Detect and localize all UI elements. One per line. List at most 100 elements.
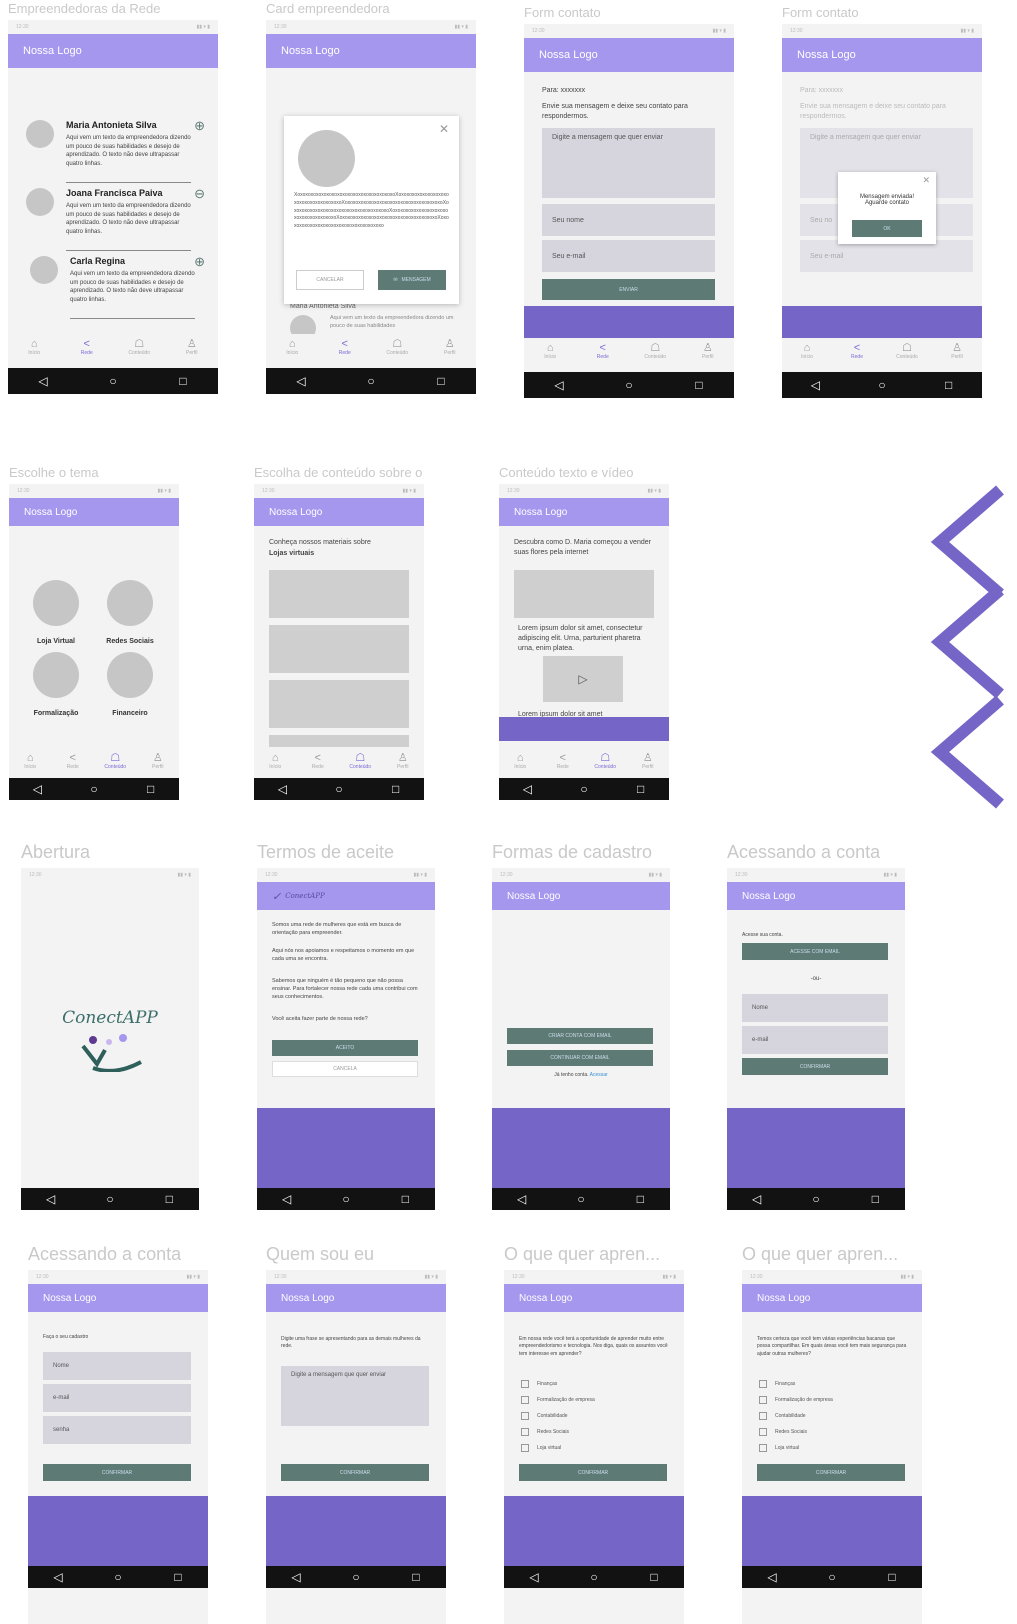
message-field[interactable]: Digite a mensagem que quer enviar [542, 128, 715, 198]
checkbox-option[interactable]: Finanças [521, 1376, 595, 1392]
list-item[interactable]: Maria Antonieta Silva ⊕ Aqui vem um text… [26, 118, 211, 188]
checkbox-option[interactable]: Finanças [759, 1376, 833, 1392]
tab-perfil[interactable]: ♙ Perfil [688, 342, 728, 360]
close-icon[interactable]: ✕ [922, 175, 930, 186]
member-name: Carla Regina [70, 256, 126, 266]
email-field[interactable]: e-mail [742, 1026, 888, 1054]
checkbox-option[interactable]: Redes Sociais [521, 1424, 595, 1440]
back-icon[interactable]: ◁ [23, 374, 63, 388]
checkbox-option[interactable]: Contabilidade [521, 1408, 595, 1424]
or-divider: -ou- [810, 976, 822, 982]
tab-inicio[interactable]: ⌂ Início [10, 752, 50, 770]
tab-inicio[interactable]: ⌂ Início [787, 342, 827, 360]
tab-conteudo[interactable]: ☖ Conteúdo [95, 752, 135, 770]
add-icon[interactable]: ⊕ [194, 118, 205, 134]
email-login-button[interactable]: ACESSE COM EMAIL [742, 943, 888, 960]
screen-content-list: Escolha de conteúdo sobre o te... 12:30▮… [254, 465, 424, 800]
tab-conteudo[interactable]: ☖ Conteúdo [585, 752, 625, 770]
send-button[interactable]: ENVIAR [542, 279, 715, 300]
email-field[interactable]: Seu e-mail [800, 240, 973, 272]
member-name: Joana Francisca Paiva [66, 188, 163, 198]
remove-icon[interactable]: ⊖ [194, 186, 205, 202]
cancel-button[interactable]: CANCELAR [296, 270, 364, 290]
tab-rede[interactable]: < Rede [325, 338, 365, 356]
screen-signup-options: Formas de cadastro 12:30 ▮▮ ▾ ▮ Nossa Log… [492, 842, 670, 1210]
message-button[interactable]: MENSAGEM [402, 277, 431, 283]
tab-conteudo[interactable]: ☖ Conteúdo [377, 338, 417, 356]
confirm-button[interactable]: CONFIRMAR [742, 1058, 888, 1075]
confirm-button[interactable]: CONFIRMAR [281, 1464, 429, 1481]
tab-rede[interactable]: < Rede [53, 752, 93, 770]
tab-perfil[interactable]: ♙ Perfil [138, 752, 178, 770]
tab-rede[interactable]: < Rede [583, 342, 623, 360]
content-image [514, 570, 654, 618]
home-circle-icon[interactable]: ○ [93, 374, 133, 388]
tab-rede[interactable]: < Rede [837, 342, 877, 360]
tab-perfil[interactable]: ♙ Perfil [430, 338, 470, 356]
tab-rede[interactable]: < Rede [543, 752, 583, 770]
tab-rede[interactable]: < Rede [298, 752, 338, 770]
checkbox-option[interactable]: Loja virtual [521, 1440, 595, 1456]
logo-figure-icon: ✓ [272, 889, 282, 903]
checkbox-option[interactable]: Formalização de empresa [759, 1392, 833, 1408]
theme-financeiro-icon[interactable] [107, 652, 153, 698]
theme-formalizacao-icon[interactable] [33, 652, 79, 698]
accept-button[interactable]: ACEITO [272, 1040, 418, 1056]
register-label: Faça o seu cadastro [43, 1334, 89, 1340]
continue-email-button[interactable]: CONTINUAR COM EMAIL [507, 1050, 653, 1066]
name-field[interactable]: Nome [43, 1352, 191, 1380]
tab-inicio[interactable]: ⌂ Início [500, 752, 540, 770]
confirm-button[interactable]: CONFIRMAR [757, 1464, 905, 1481]
name-field[interactable]: Nome [742, 994, 888, 1022]
app-logo: Nossa Logo [499, 498, 669, 526]
tab-perfil[interactable]: ♙ Perfil [937, 342, 977, 360]
interest-options: Finanças Formalização de empresa Contabi… [521, 1376, 595, 1456]
tab-perfil[interactable]: ♙ Perfil [172, 338, 212, 356]
tab-conteudo[interactable]: ☖ Conteúdo [119, 338, 159, 356]
email-field[interactable]: e-mail [43, 1384, 191, 1412]
create-account-button[interactable]: CRIAR CONTA COM EMAIL [507, 1028, 653, 1044]
tab-conteudo[interactable]: ☖ Conteúdo [887, 342, 927, 360]
tab-inicio[interactable]: ⌂ Início [255, 752, 295, 770]
theme-redes-sociais-icon[interactable] [107, 580, 153, 626]
play-icon[interactable]: ▷ [543, 656, 623, 702]
close-icon[interactable]: ✕ [439, 122, 449, 136]
about-field[interactable]: Digite a mensagem que quer enviar [281, 1366, 429, 1426]
app-logo: Nossa Logo [266, 1284, 446, 1312]
recents-icon[interactable]: □ [163, 374, 203, 388]
logo-figure-icon [81, 1034, 142, 1072]
content-card[interactable] [269, 625, 409, 673]
tab-conteudo[interactable]: ☖ Conteúdo [635, 342, 675, 360]
ok-button[interactable]: OK [852, 220, 922, 237]
login-link[interactable]: Acessar [590, 1072, 608, 1078]
password-field[interactable]: senha [43, 1416, 191, 1444]
confirm-button[interactable]: CONFIRMAR [43, 1464, 191, 1481]
content-card[interactable] [269, 570, 409, 618]
interests-label: Em nossa rede você terá a oportunidade d… [519, 1336, 668, 1357]
avatar [30, 256, 58, 284]
content-card[interactable] [269, 735, 409, 747]
tab-perfil[interactable]: ♙ Perfil [628, 752, 668, 770]
content-card[interactable] [269, 680, 409, 728]
tab-inicio[interactable]: ⌂ Início [530, 342, 570, 360]
cancel-button[interactable]: CANCELA [272, 1061, 418, 1077]
tab-conteudo[interactable]: ☖ Conteúdo [340, 752, 380, 770]
tab-inicio[interactable]: ⌂ Início [14, 338, 54, 356]
name-field[interactable]: Seu nome [542, 204, 715, 236]
frame-title: Empreendedoras da Rede [8, 1, 161, 16]
tab-perfil[interactable]: ♙ Perfil [383, 752, 423, 770]
tab-inicio[interactable]: ⌂ Início [272, 338, 312, 356]
add-icon[interactable]: ⊕ [194, 254, 205, 270]
checkbox-option[interactable]: Loja virtual [759, 1440, 833, 1456]
list-item[interactable]: Carla Regina ⊕ Aqui vem um texto da empr… [26, 254, 211, 324]
checkbox-option[interactable]: Contabilidade [759, 1408, 833, 1424]
screen-learn-interests: O que quer apren... 12:30 ▮▮ ▾ ▮ Nossa Lo… [504, 1244, 684, 1624]
checkbox-option[interactable]: Formalização de empresa [521, 1392, 595, 1408]
confirm-button[interactable]: CONFIRMAR [519, 1464, 667, 1481]
theme-loja-virtual-icon[interactable] [33, 580, 79, 626]
checkbox-option[interactable]: Redes Sociais [759, 1424, 833, 1440]
email-field[interactable]: Seu e-mail [542, 240, 715, 272]
dialog-message: Mensagem enviada! Aguarde contato [859, 194, 915, 206]
tab-rede[interactable]: < Rede [67, 338, 107, 356]
list-item[interactable]: Joana Francisca Paiva ⊖ Aqui vem um text… [26, 186, 211, 256]
